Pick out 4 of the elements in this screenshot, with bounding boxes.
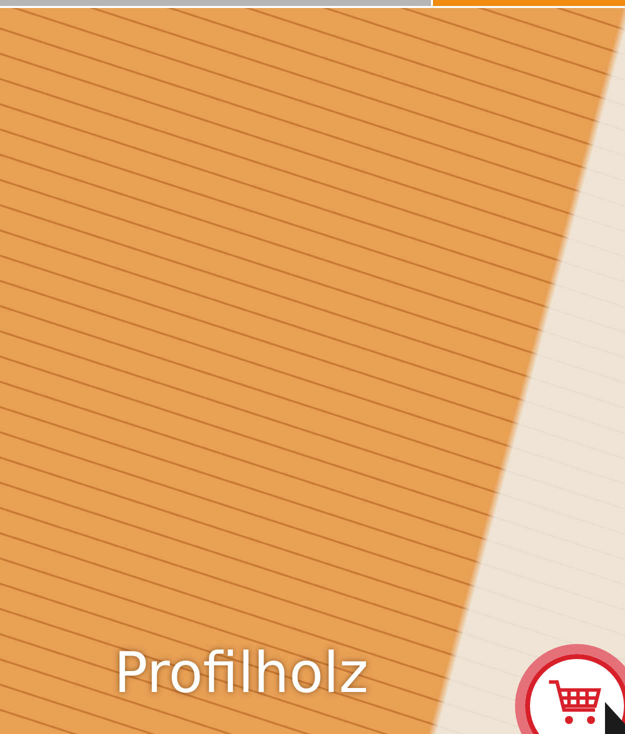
tile-caption: Profilholz [114, 640, 368, 708]
corner-triangle-icon [605, 702, 625, 734]
slide-indicator[interactable] [0, 0, 431, 6]
slide-indicator[interactable] [433, 0, 625, 6]
